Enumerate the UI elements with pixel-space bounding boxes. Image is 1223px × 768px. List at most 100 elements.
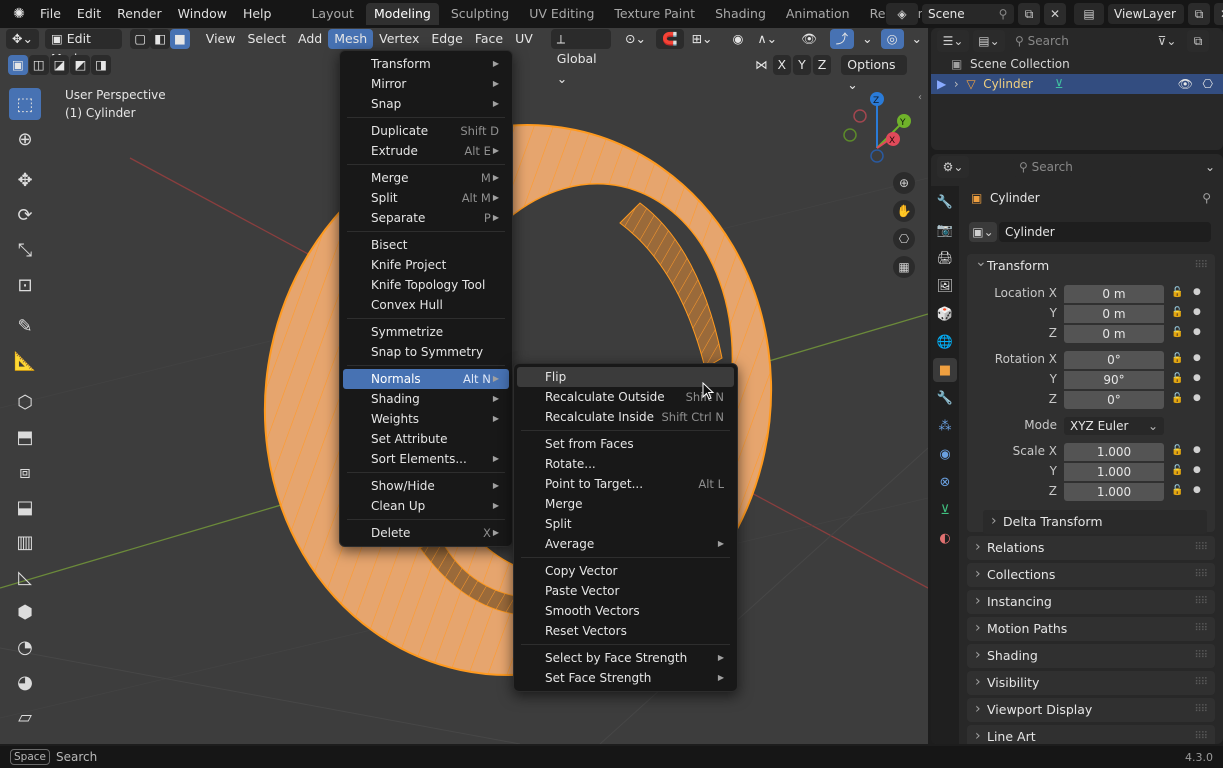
snap-target-icon[interactable]: ⊞⌄: [686, 29, 719, 49]
normals-menu-item-set-face-strength[interactable]: Set Face Strength ▶: [517, 668, 734, 688]
lock-icon[interactable]: 🔓: [1171, 485, 1183, 496]
select-new-icon[interactable]: ▣: [8, 55, 28, 75]
edge-select-icon[interactable]: ◧: [150, 29, 170, 49]
normals-menu-item-set-from-faces[interactable]: Set from Faces: [517, 434, 734, 454]
menu-edit[interactable]: Edit: [69, 0, 109, 28]
hide-render-icon[interactable]: ⎔: [1203, 74, 1213, 94]
outliner-row-cylinder[interactable]: ▶ › ▽ Cylinder ⊻ 👁 ⎔: [931, 74, 1223, 94]
inset-tool-icon[interactable]: ⧈: [9, 456, 41, 488]
tool-tab-icon[interactable]: 🔧: [933, 190, 957, 214]
extrude-tool-icon[interactable]: ⬒: [9, 421, 41, 453]
viewport-menu-view[interactable]: View: [200, 29, 242, 49]
object-tab-icon[interactable]: ■: [933, 358, 957, 382]
drag-grip-icon[interactable]: ⠿⠿: [1194, 725, 1208, 744]
viewport-menu-uv[interactable]: UV: [509, 29, 539, 49]
new-view-layer-icon[interactable]: ⧉: [1188, 3, 1210, 25]
mesh-data-icon[interactable]: ⊻: [1055, 77, 1064, 91]
outliner-filter-icon[interactable]: ⊽⌄: [1151, 30, 1183, 52]
move-tool-icon[interactable]: ✥: [9, 164, 41, 196]
normals-menu-item-point-to-target[interactable]: Point to Target... Alt L: [517, 474, 734, 494]
outliner-search-input[interactable]: ⚲ Search: [1009, 31, 1139, 51]
panel-motion-paths[interactable]: Motion Paths ⠿⠿: [967, 616, 1215, 641]
vertex-select-icon[interactable]: ▢: [130, 29, 151, 49]
knife-tool-icon[interactable]: ◺: [9, 561, 41, 593]
sidebar-toggle-icon[interactable]: ‹: [918, 92, 922, 103]
properties-search-input[interactable]: ⚲ Search: [1013, 157, 1133, 177]
normals-menu-item-rotate[interactable]: Rotate...: [517, 454, 734, 474]
axis-y-toggle[interactable]: Y: [793, 55, 811, 75]
mesh-menu-item-merge[interactable]: Merge M ▶: [343, 168, 509, 188]
rotate-tool-icon[interactable]: ⟳: [9, 199, 41, 231]
normals-menu-item-recalculate-inside[interactable]: Recalculate Inside Shift Ctrl N: [517, 407, 734, 427]
mirror-icon[interactable]: ⋈: [752, 55, 771, 75]
outliner-editor-type-icon[interactable]: ☰⌄: [937, 30, 969, 52]
select-subtract-icon[interactable]: ◪: [49, 55, 70, 75]
rotation-mode-dropdown[interactable]: XYZ Euler ⌄: [1064, 417, 1164, 435]
mesh-menu-item-separate[interactable]: Separate P ▶: [343, 208, 509, 228]
select-intersect-icon[interactable]: ◨: [91, 55, 112, 75]
snap-toggle-icon[interactable]: 🧲: [656, 29, 684, 49]
measure-tool-icon[interactable]: 📐: [9, 345, 41, 377]
workspace-tab-layout[interactable]: Layout: [303, 3, 362, 25]
mesh-menu-item-transform[interactable]: Transform ▶: [343, 54, 509, 74]
panel-viewport-display[interactable]: Viewport Display ⠿⠿: [967, 697, 1215, 722]
panel-relations[interactable]: Relations ⠿⠿: [967, 535, 1215, 560]
pin-scene-icon[interactable]: ⚲: [992, 3, 1014, 25]
ortho-grid-icon[interactable]: ▦: [893, 256, 915, 278]
mesh-menu-item-shading[interactable]: Shading ▶: [343, 389, 509, 409]
menu-help[interactable]: Help: [235, 0, 280, 28]
object-name-field[interactable]: Cylinder: [999, 222, 1211, 242]
drag-grip-icon[interactable]: ⠿⠿: [1194, 671, 1208, 695]
gizmo-dropdown-icon[interactable]: ⌄: [856, 29, 878, 49]
editor-type-icon[interactable]: ✥⌄: [6, 29, 39, 49]
keyframe-dot-icon[interactable]: ●: [1193, 485, 1201, 495]
mesh-menu-item-knife-topology-tool[interactable]: Knife Topology Tool: [343, 275, 509, 295]
workspace-tab-modeling[interactable]: Modeling: [365, 3, 439, 25]
rotation-z-field[interactable]: 0°: [1064, 391, 1164, 409]
scale-z-field[interactable]: 1.000: [1064, 483, 1164, 501]
overlay-dropdown-icon[interactable]: ⌄: [906, 29, 928, 49]
pivot-point-icon[interactable]: ⊙⌄: [619, 29, 652, 49]
normals-menu-item-average[interactable]: Average ▶: [517, 534, 734, 554]
delta-transform-header[interactable]: Delta Transform: [983, 509, 1207, 534]
lock-icon[interactable]: 🔓: [1171, 465, 1183, 476]
location-y-field[interactable]: 0 m: [1064, 305, 1164, 323]
viewport-menu-add[interactable]: Add: [292, 29, 328, 49]
material-tab-icon[interactable]: ◐: [933, 526, 957, 550]
mesh-menu-item-set-attribute[interactable]: Set Attribute: [343, 429, 509, 449]
mesh-menu-item-weights[interactable]: Weights ▶: [343, 409, 509, 429]
particles-tab-icon[interactable]: ⁂: [933, 414, 957, 438]
mesh-menu-item-bisect[interactable]: Bisect: [343, 235, 509, 255]
normals-menu-item-select-by-face-strength[interactable]: Select by Face Strength ▶: [517, 648, 734, 668]
overlay-toggle-icon[interactable]: ◎: [880, 29, 904, 49]
panel-line-art[interactable]: Line Art ⠿⠿: [967, 724, 1215, 744]
mesh-menu-item-delete[interactable]: Delete X ▶: [343, 523, 509, 543]
outliner-display-mode-icon[interactable]: ▤⌄: [973, 30, 1005, 52]
face-select-icon[interactable]: ■: [169, 29, 190, 49]
drag-grip-icon[interactable]: ⠿⠿: [1194, 644, 1208, 668]
mesh-menu-item-snap-to-symmetry[interactable]: Snap to Symmetry: [343, 342, 509, 362]
menu-file[interactable]: File: [32, 0, 69, 28]
mesh-menu-item-show-hide[interactable]: Show/Hide ▶: [343, 476, 509, 496]
zoom-icon[interactable]: ⊕: [893, 172, 915, 194]
keyframe-dot-icon[interactable]: ●: [1193, 287, 1201, 297]
output-tab-icon[interactable]: 🖨: [933, 246, 957, 270]
new-scene-icon[interactable]: ⧉: [1018, 3, 1040, 25]
normals-menu-item-copy-vector[interactable]: Copy Vector: [517, 561, 734, 581]
lock-icon[interactable]: 🔓: [1171, 393, 1183, 404]
hide-viewport-icon[interactable]: 👁: [1178, 74, 1193, 94]
poly-build-tool-icon[interactable]: ⬢: [9, 596, 41, 628]
scale-tool-icon[interactable]: ⤡: [9, 234, 41, 266]
mesh-menu-item-duplicate[interactable]: Duplicate Shift D: [343, 121, 509, 141]
lock-icon[interactable]: 🔓: [1171, 327, 1183, 338]
render-tab-icon[interactable]: 📷: [933, 218, 957, 242]
properties-editor-type-icon[interactable]: ⚙⌄: [937, 156, 969, 178]
scene-tab-icon[interactable]: 🎲: [933, 302, 957, 326]
rotation-y-field[interactable]: 90°: [1064, 371, 1164, 389]
keyframe-dot-icon[interactable]: ●: [1193, 353, 1201, 363]
mesh-menu-item-split[interactable]: Split Alt M ▶: [343, 188, 509, 208]
shear-tool-icon[interactable]: ▱: [9, 701, 41, 733]
viewport-menu-select[interactable]: Select: [241, 29, 292, 49]
transform-tool-icon[interactable]: ⊡: [9, 269, 41, 301]
pin-icon[interactable]: ⚲: [1202, 188, 1211, 208]
